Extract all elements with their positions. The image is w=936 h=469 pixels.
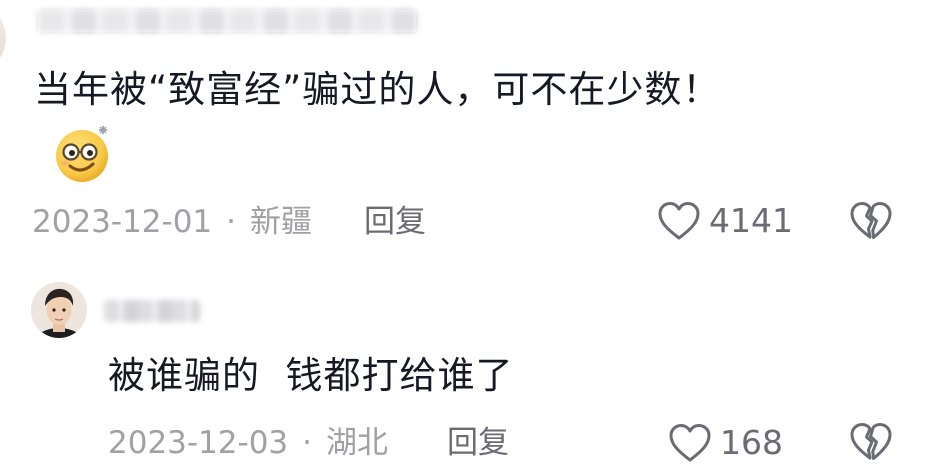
comment-date: 2023-12-03 <box>108 425 289 461</box>
comment-meta: 2023-12-03 · 湖北 <box>108 423 388 463</box>
comment-date: 2023-12-01 <box>32 204 213 240</box>
username-blur-overlay <box>38 10 416 32</box>
username-blurred[interactable] <box>104 300 200 322</box>
meta-separator: · <box>302 425 313 461</box>
comment-meta: 2023-12-01 · 新疆 <box>32 202 312 242</box>
heart-outline-icon <box>669 424 711 462</box>
broken-heart-icon[interactable] <box>849 200 893 242</box>
meta-separator: · <box>226 204 237 240</box>
broken-heart-icon[interactable] <box>849 421 893 463</box>
comment-location: 湖北 <box>326 425 389 461</box>
avatar[interactable] <box>31 282 87 338</box>
comment-text: 当年被“致富经”骗过的人，可不在少数！ <box>34 68 721 111</box>
smiling-face-with-glasses-emoji <box>56 126 108 182</box>
comment-text: 被谁骗的 钱都打给谁了 <box>108 354 514 397</box>
user-avatar-image <box>31 282 87 338</box>
like-button[interactable]: 4141 <box>657 199 793 243</box>
reply-button[interactable]: 回复 <box>364 202 426 242</box>
like-button[interactable]: 168 <box>668 421 783 465</box>
like-count: 4141 <box>709 201 793 240</box>
reply-button[interactable]: 回复 <box>447 423 509 463</box>
avatar[interactable] <box>0 2 6 74</box>
heart-outline-icon <box>658 202 700 240</box>
like-count: 168 <box>720 423 783 462</box>
comment-location: 新疆 <box>250 204 313 240</box>
